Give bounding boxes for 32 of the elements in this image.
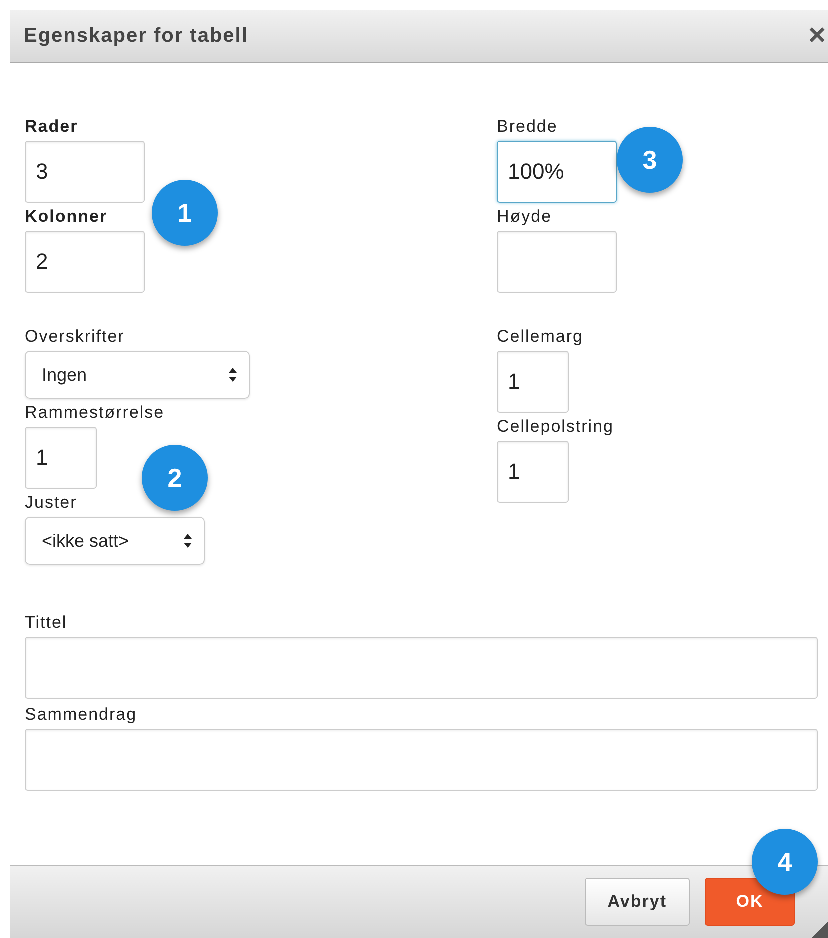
dropdown[interactable]: <ikke satt> (25, 517, 205, 565)
input-field[interactable]: 1 (497, 351, 569, 413)
number-badge: 3 (617, 127, 683, 193)
close-button[interactable]: × (806, 21, 828, 51)
up-down-arrows-icon (184, 534, 192, 548)
field-label: Rader (25, 116, 78, 138)
cancel-button[interactable]: Avbryt (584, 878, 690, 926)
dropdown[interactable]: Ingen (25, 351, 250, 399)
input-field[interactable]: 1 (497, 441, 569, 503)
field-label: Juster (25, 492, 78, 514)
number-badge: 2 (142, 445, 208, 511)
field-label: Bredde (497, 116, 558, 138)
field-label: Høyde (497, 206, 552, 228)
field-label: Cellepolstring (497, 416, 614, 438)
field-label: Cellemarg (497, 326, 584, 348)
number-badge: 4 (752, 829, 818, 895)
up-down-arrows-icon (229, 368, 237, 382)
input-field[interactable]: 1 (25, 427, 97, 489)
input-field[interactable] (497, 231, 617, 293)
window-title: Egenskaper for tabell (24, 24, 248, 48)
input-field[interactable]: 2 (25, 231, 145, 293)
field-label: Tittel (25, 612, 68, 634)
field-label: Kolonner (25, 206, 108, 228)
input-field[interactable]: 3 (25, 141, 145, 203)
resize-grip-icon[interactable] (812, 922, 828, 938)
number-badge: 1 (152, 180, 218, 246)
input-field[interactable]: 100% (497, 141, 617, 203)
input-field[interactable] (25, 729, 818, 791)
field-label: Sammendrag (25, 704, 138, 726)
input-field[interactable] (25, 637, 818, 699)
field-label: Overskrifter (25, 326, 125, 348)
field-label: Rammestørrelse (25, 402, 165, 424)
